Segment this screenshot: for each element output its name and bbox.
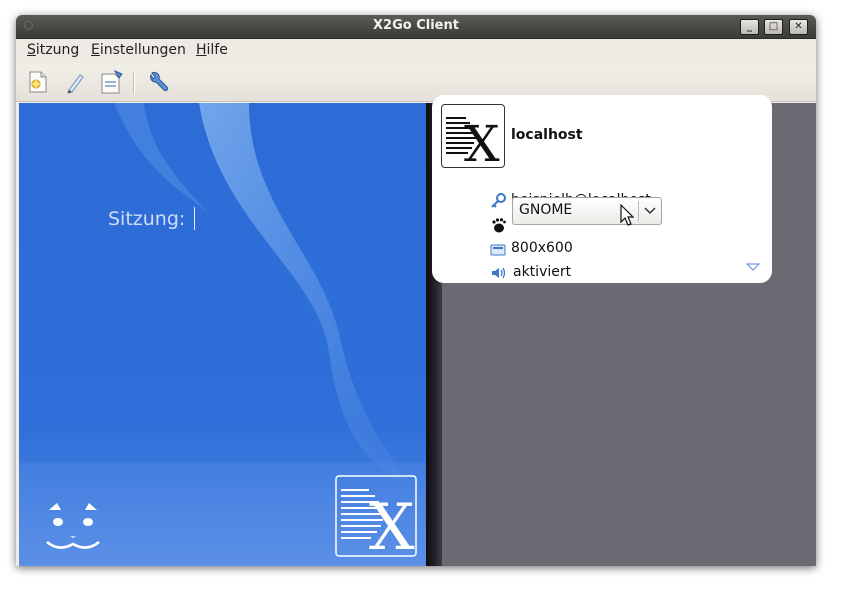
menu-hilfe[interactable]: Hilfe xyxy=(196,42,228,58)
session-manage-icon xyxy=(101,69,123,94)
edit-session-icon xyxy=(67,74,84,94)
manage-sessions-button[interactable] xyxy=(98,69,124,95)
mascot-logo-icon xyxy=(46,503,100,549)
session-label: Sitzung: xyxy=(108,208,186,230)
minimize-button[interactable]: _ xyxy=(740,19,759,35)
session-start-button[interactable]: X xyxy=(441,104,505,173)
new-session-button[interactable] xyxy=(25,69,51,95)
x2go-logo-icon: X xyxy=(335,475,417,557)
title-bar[interactable]: X2Go Client _ □ ✕ xyxy=(16,15,816,39)
window-title: X2Go Client xyxy=(373,18,459,33)
session-name[interactable]: localhost xyxy=(511,127,583,143)
session-input[interactable] xyxy=(194,207,195,230)
gnome-foot-icon xyxy=(492,218,506,233)
sound-speaker-icon xyxy=(492,267,506,279)
toolbar-separator xyxy=(133,72,135,94)
session-sound: aktiviert xyxy=(513,264,572,280)
expand-triangle-icon[interactable] xyxy=(746,262,760,272)
svg-text:X: X xyxy=(464,115,500,167)
edit-session-button[interactable] xyxy=(61,69,87,95)
user-key-icon xyxy=(491,193,506,208)
chevron-down-icon xyxy=(644,207,656,215)
menu-sitzung[interactable]: Sitzung xyxy=(27,42,79,58)
svg-text:X: X xyxy=(369,491,415,557)
new-session-icon xyxy=(29,71,47,93)
session-type-value: GNOME xyxy=(519,202,573,218)
mouse-pointer-icon xyxy=(620,204,635,226)
session-type-select[interactable]: GNOME xyxy=(512,197,662,225)
x2go-session-icon: X xyxy=(446,115,500,173)
display-resolution-icon xyxy=(490,244,506,256)
menu-einstellungen[interactable]: Einstellungen xyxy=(91,42,186,58)
preferences-button[interactable] xyxy=(145,69,171,95)
settings-wrench-icon xyxy=(150,72,169,92)
maximize-button[interactable]: □ xyxy=(764,19,783,35)
login-panel: X xyxy=(19,103,426,566)
menu-bar: Sitzung Einstellungen Hilfe xyxy=(16,39,816,63)
session-resolution: 800x600 xyxy=(511,240,573,256)
close-button[interactable]: ✕ xyxy=(789,19,808,35)
